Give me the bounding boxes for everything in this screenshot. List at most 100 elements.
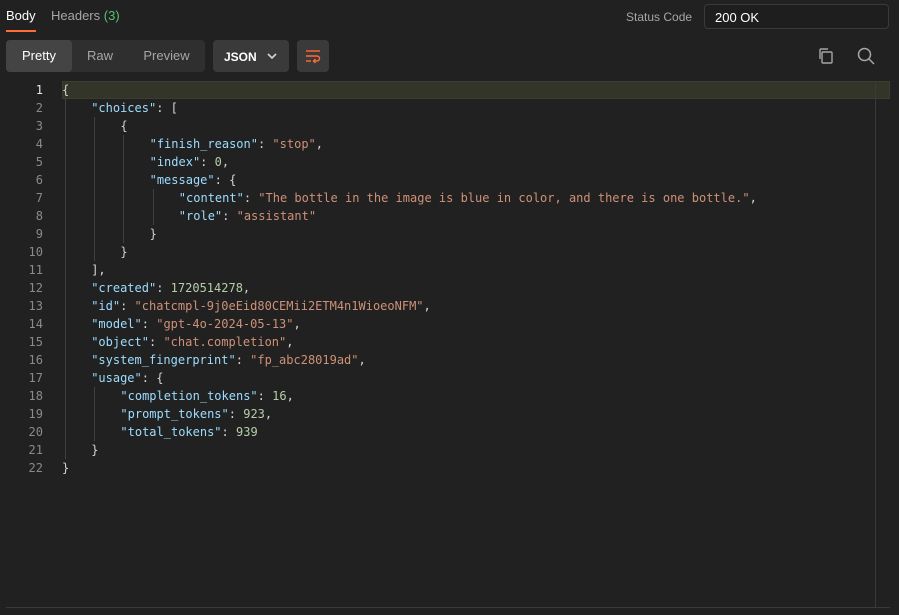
line-number: 20 <box>28 425 43 439</box>
line-number: 9 <box>35 227 43 241</box>
line-number: 1 <box>35 83 43 97</box>
code-token: "choices" <box>91 101 157 115</box>
response-body-editor[interactable]: 1 {2 "choices": [3 {4 "finish_reason": "stop… <box>6 81 890 607</box>
code-token: : <box>200 155 215 169</box>
code-line: "created": 1720514278, <box>91 279 250 297</box>
code-token: "stop" <box>272 137 316 151</box>
line-number: 8 <box>35 209 43 223</box>
code-token: } <box>120 245 128 259</box>
code-token: : <box>257 137 273 151</box>
code-token: "gpt-4o-2024-05-13" <box>156 317 294 331</box>
code-token: } <box>91 443 99 457</box>
status-code-label: Status Code <box>626 10 693 24</box>
code-line: { <box>62 81 69 99</box>
code-line: "index": 0, <box>150 153 230 171</box>
line-number: 21 <box>28 443 43 457</box>
wrap-lines-button[interactable] <box>297 40 329 72</box>
active-tab-indicator <box>6 30 36 32</box>
code-token: "chat.completion" <box>163 335 287 349</box>
code-token: : { <box>141 371 164 385</box>
code-token: 923 <box>243 407 265 421</box>
code-token: , <box>358 353 366 367</box>
code-token: : <box>148 335 164 349</box>
response-toolbar: Pretty Raw Preview JSON <box>0 40 899 72</box>
tab-headers[interactable]: Headers (3) <box>51 8 120 23</box>
indent-guide <box>152 189 154 225</box>
code-token: : <box>221 425 236 439</box>
code-line: "system_fingerprint": "fp_abc28019ad", <box>91 351 366 369</box>
line-number: 6 <box>35 173 43 187</box>
code-token: 1720514278 <box>170 281 243 295</box>
code-token: "message" <box>149 173 215 187</box>
code-token: "assistant" <box>236 209 317 223</box>
code-line: "completion_tokens": 16, <box>120 387 293 405</box>
code-token: "model" <box>91 317 142 331</box>
code-token: "id" <box>91 299 121 313</box>
line-number: 10 <box>28 245 43 259</box>
code-line: "role": "assistant" <box>179 207 316 225</box>
indent-guide <box>94 117 96 261</box>
code-token: , <box>749 191 757 205</box>
code-token: : <box>257 389 273 403</box>
current-line-highlight <box>62 81 890 99</box>
code-line: { <box>120 117 127 135</box>
code-token: "total_tokens" <box>120 425 222 439</box>
code-token: { <box>120 119 128 133</box>
headers-count-badge: (3) <box>103 8 120 23</box>
format-select[interactable]: JSON <box>213 40 289 72</box>
code-token: , <box>221 155 230 169</box>
code-token: , <box>286 389 294 403</box>
code-line: "model": "gpt-4o-2024-05-13", <box>91 315 301 333</box>
line-number: 2 <box>35 101 43 115</box>
vertical-scrollbar[interactable] <box>875 81 876 607</box>
chevron-down-icon <box>267 53 277 60</box>
status-code-field[interactable]: 200 OK <box>704 4 889 29</box>
code-token: 0 <box>214 155 222 169</box>
code-token: "created" <box>91 281 157 295</box>
code-token: : [ <box>156 101 178 115</box>
wrap-lines-icon <box>306 50 321 64</box>
code-token: "completion_tokens" <box>120 389 258 403</box>
code-token: : <box>243 191 259 205</box>
line-number: 3 <box>35 119 43 133</box>
view-mode-segmented-control: Pretty Raw Preview <box>6 40 205 72</box>
code-token: "object" <box>91 335 149 349</box>
code-token: : <box>156 281 171 295</box>
code-token: : <box>228 407 244 421</box>
line-number: 13 <box>28 299 43 313</box>
code-line: "object": "chat.completion", <box>91 333 293 351</box>
tab-body[interactable]: Body <box>6 8 36 23</box>
code-token: "finish_reason" <box>149 137 258 151</box>
code-token: { <box>62 83 70 97</box>
code-token: "role" <box>178 209 223 223</box>
code-token: : <box>141 317 157 331</box>
code-line: "message": { <box>150 171 237 189</box>
code-token: , <box>264 407 273 421</box>
raw-view-button[interactable]: Raw <box>74 40 126 72</box>
code-line: } <box>120 243 127 261</box>
code-token: "index" <box>149 155 201 169</box>
line-number: 18 <box>28 389 43 403</box>
code-token: } <box>62 461 70 475</box>
code-token: "system_fingerprint" <box>91 353 236 367</box>
code-token: "chatcmpl-9j0eEid80CEMii2ETM4n1WioeoNFM" <box>134 299 424 313</box>
line-number: 19 <box>28 407 43 421</box>
code-line: "prompt_tokens": 923, <box>120 405 272 423</box>
copy-icon[interactable] <box>816 46 836 66</box>
search-icon[interactable] <box>856 46 876 66</box>
code-token: : <box>120 299 135 313</box>
line-number: 15 <box>28 335 43 349</box>
code-line: "total_tokens": 939 <box>120 423 257 441</box>
code-line: } <box>150 225 157 243</box>
indent-guide <box>65 99 66 459</box>
code-line: ], <box>91 261 105 279</box>
code-token: ], <box>91 263 106 277</box>
code-token: "The bottle in the image is blue in colo… <box>258 191 750 205</box>
line-number: 14 <box>28 317 43 331</box>
line-number: 22 <box>28 461 43 475</box>
pretty-view-button[interactable]: Pretty <box>6 40 72 72</box>
indent-guide <box>123 135 125 243</box>
tab-headers-label: Headers <box>51 8 101 23</box>
preview-view-button[interactable]: Preview <box>128 40 205 72</box>
line-number: 12 <box>28 281 43 295</box>
